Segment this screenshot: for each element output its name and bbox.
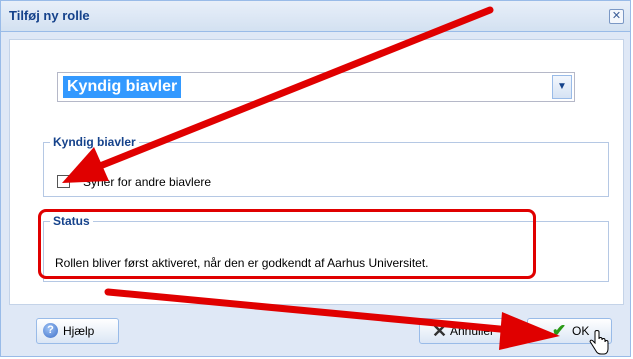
ok-button-label: OK xyxy=(572,324,590,338)
close-icon[interactable]: ✕ xyxy=(609,9,624,24)
dialog-body: Kyndig biavler ▼ Kyndig biavler Syner fo… xyxy=(9,39,624,305)
role-group: Kyndig biavler Syner for andre biavlere xyxy=(43,135,609,197)
x-icon: ✕ xyxy=(432,321,448,341)
status-group-legend: Status xyxy=(53,214,90,228)
help-button-label: Hjælp xyxy=(63,324,95,338)
role-group-legend: Kyndig biavler xyxy=(53,135,136,149)
hand-pointer-icon xyxy=(589,330,609,355)
inspector-checkbox[interactable] xyxy=(57,175,70,188)
chevron-down-icon[interactable]: ▼ xyxy=(552,75,572,99)
cancel-button[interactable]: ✕ Annuller xyxy=(419,318,519,344)
dialog-title: Tilføj ny rolle xyxy=(9,8,90,23)
status-group: Status Rollen bliver først aktiveret, nå… xyxy=(43,214,609,282)
cancel-button-label: Annuller xyxy=(450,324,495,338)
help-button[interactable]: ? Hjælp xyxy=(36,318,119,344)
help-icon: ? xyxy=(43,323,58,338)
add-role-dialog: Tilføj ny rolle ✕ Kyndig biavler ▼ Kyndi… xyxy=(0,0,631,357)
check-icon: ✔ xyxy=(552,321,567,340)
inspector-checkbox-label[interactable]: Syner for andre biavlere xyxy=(83,175,211,189)
dialog-titlebar: Tilføj ny rolle ✕ xyxy=(1,1,630,32)
role-select[interactable]: Kyndig biavler ▼ xyxy=(57,72,575,102)
role-select-value: Kyndig biavler xyxy=(63,76,182,98)
status-text: Rollen bliver først aktiveret, når den e… xyxy=(55,256,429,270)
